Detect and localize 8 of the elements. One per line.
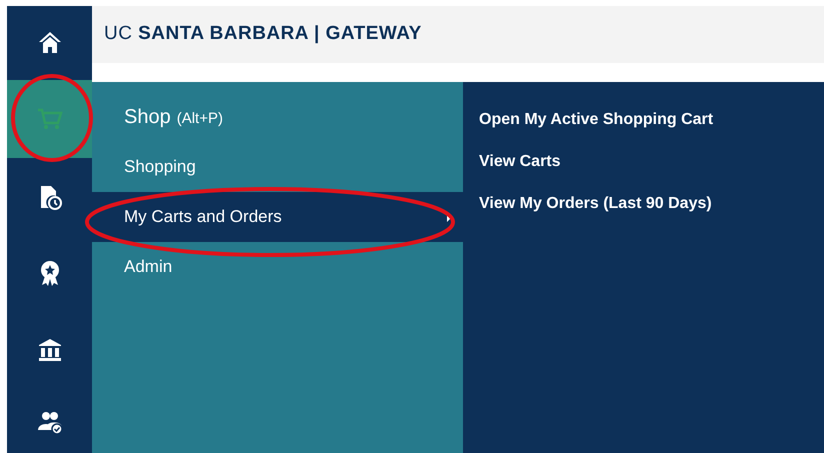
menu-item[interactable]: Shopping [92,142,463,192]
submenu-item[interactable]: View Carts [479,150,561,174]
shortcut-hint: (Alt+P) [176,109,223,129]
submenu-item[interactable]: View My Orders (Last 90 Days) [479,192,712,216]
menu-item[interactable]: Admin [92,242,463,292]
menu-title: Shop [124,105,171,130]
site-title: UC SANTA BARBARA | GATEWAY [104,22,422,46]
submenu-item[interactable]: Open My Active Shopping Cart [479,108,714,132]
